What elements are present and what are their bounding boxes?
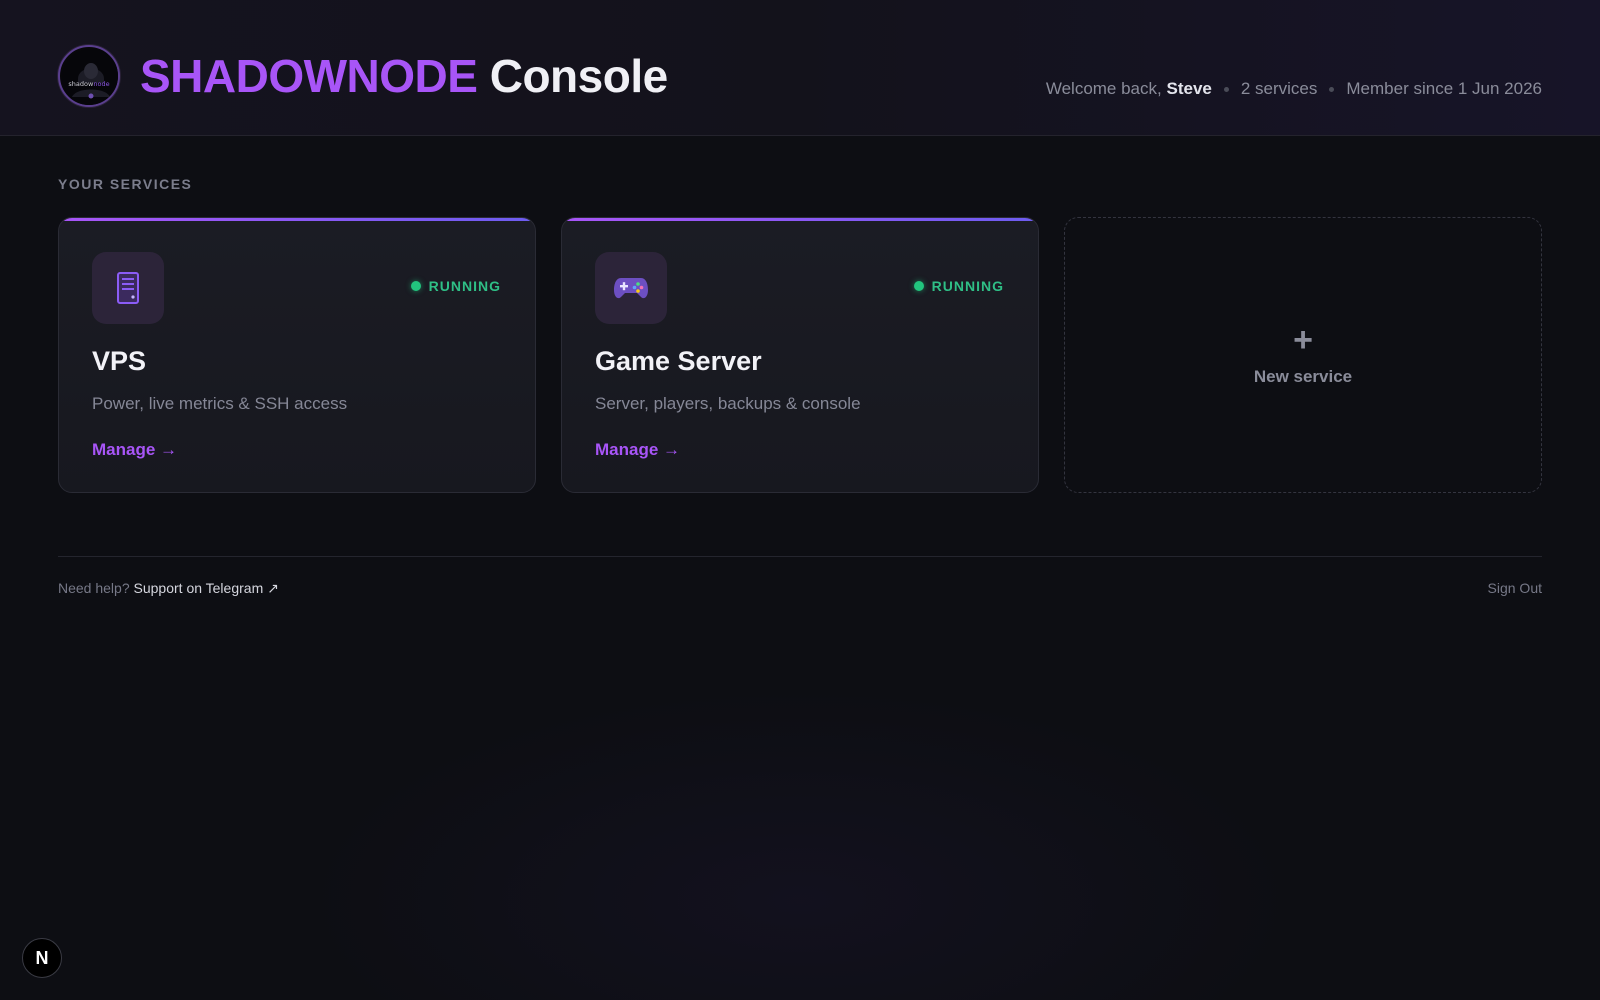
manage-game-server-link[interactable]: Manage → — [595, 440, 680, 460]
sign-out-link[interactable]: Sign Out — [1488, 580, 1542, 596]
new-service-button[interactable]: + New service — [1064, 217, 1542, 493]
new-service-label: New service — [1253, 367, 1353, 386]
service-description: Server, players, backups & console — [595, 394, 861, 413]
support-telegram-link[interactable]: Support on Telegram ↗ — [134, 580, 279, 596]
status-badge: RUNNING — [410, 278, 501, 294]
brand-logo-icon[interactable]: shadownode — [58, 45, 120, 107]
status-indicator-icon — [410, 281, 421, 291]
brand-suffix: Console — [489, 50, 668, 102]
page-header: shadownode SHADOWNODE Console Welcome ba… — [0, 0, 1600, 136]
welcome-text: Welcome back, Steve — [1045, 79, 1212, 98]
help-text: Need help? Support on Telegram ↗ — [58, 580, 279, 596]
services-count: 2 services — [1240, 79, 1318, 98]
n-logo-icon[interactable]: N — [22, 938, 62, 978]
gamepad-icon — [595, 252, 667, 324]
service-card-game-server[interactable]: RUNNING Game Server Server, players, bac… — [561, 217, 1039, 493]
member-since: Member since 1 Jun 2026 — [1346, 79, 1542, 98]
logo-wordmark: shadownode — [68, 80, 110, 88]
manage-vps-link[interactable]: Manage → — [92, 440, 177, 460]
status-indicator-icon — [913, 281, 924, 291]
separator-dot — [1223, 86, 1229, 92]
brand-name: SHADOWNODE — [140, 50, 478, 102]
account-summary: Welcome back, Steve 2 services Member si… — [1046, 79, 1542, 99]
server-icon — [92, 252, 164, 324]
separator-dot — [1329, 86, 1335, 92]
service-title: VPS — [92, 346, 147, 376]
footer-divider — [58, 556, 1542, 557]
section-title: YOUR SERVICES — [58, 176, 193, 192]
plus-icon: + — [1293, 321, 1313, 359]
page-title: SHADOWNODE Console — [140, 48, 668, 104]
service-title: Game Server — [595, 346, 762, 376]
service-card-vps[interactable]: RUNNING VPS Power, live metrics & SSH ac… — [58, 217, 536, 493]
user-name: Steve — [1166, 79, 1212, 98]
service-description: Power, live metrics & SSH access — [92, 394, 348, 413]
status-badge: RUNNING — [913, 278, 1004, 294]
